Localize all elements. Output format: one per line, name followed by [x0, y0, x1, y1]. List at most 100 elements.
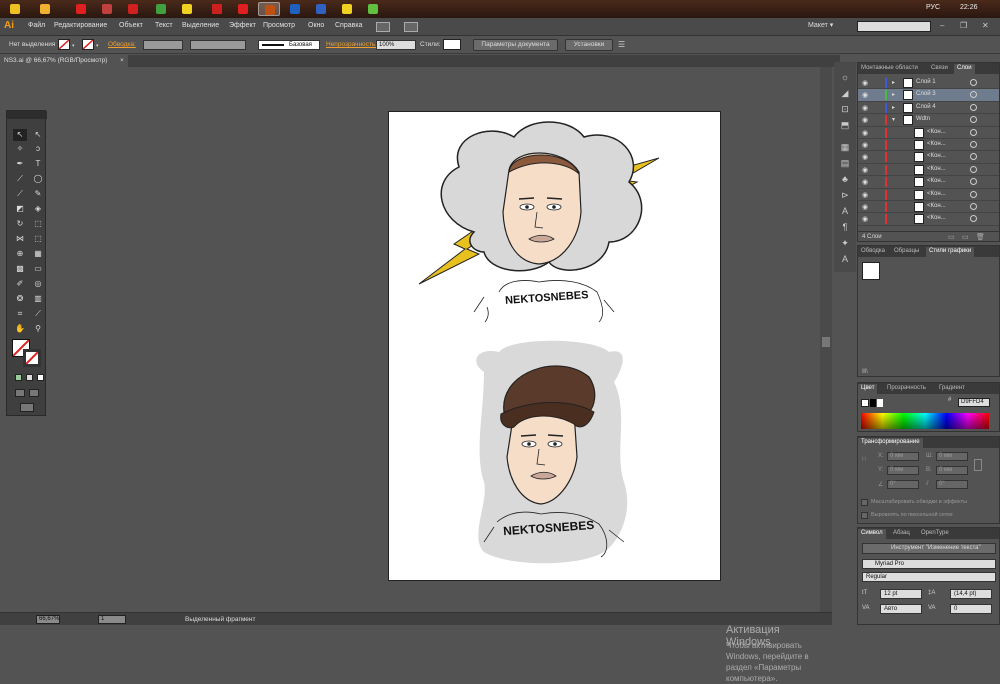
close-tab-icon[interactable]: ×	[120, 57, 124, 64]
type-tool-icon[interactable]: T	[31, 158, 45, 170]
ellipse-tool-icon[interactable]: ◯	[31, 173, 45, 185]
layer-target-icon[interactable]	[970, 165, 977, 173]
font-size-field[interactable]: 12 pt	[880, 589, 922, 599]
tab-links[interactable]: Связи	[928, 64, 951, 74]
preferences-button[interactable]: Установки	[565, 39, 613, 51]
screen-mode-icon[interactable]	[20, 403, 34, 412]
layer-target-icon[interactable]	[970, 215, 977, 223]
font-style-field[interactable]: Regular	[862, 572, 996, 582]
layer-target-icon[interactable]	[970, 141, 977, 148]
taskbar-photoshop-button[interactable]	[284, 2, 306, 16]
menu-text[interactable]: Текст	[155, 22, 173, 29]
black-swatch[interactable]	[870, 399, 876, 407]
none-mode-icon[interactable]	[37, 374, 44, 381]
menu-file[interactable]: Файл	[28, 22, 45, 29]
menu-help[interactable]: Справка	[335, 22, 362, 29]
layer-name[interactable]: <Кон...	[927, 141, 946, 147]
layer-name[interactable]: <Кон...	[927, 215, 946, 221]
actions-icon[interactable]: ⊳	[839, 190, 851, 202]
style-libraries-icon[interactable]: Ⅲ\	[862, 368, 868, 375]
selection-tool-icon[interactable]: ↖	[13, 129, 27, 141]
zoom-field[interactable]: 66,67%	[36, 615, 60, 624]
constrain-proportions-icon[interactable]	[974, 459, 982, 471]
layer-target-icon[interactable]	[970, 91, 977, 99]
stroke-swatch[interactable]	[82, 39, 94, 50]
layer-name[interactable]: <Кон...	[927, 203, 946, 209]
taskbar-app10-button[interactable]	[232, 2, 254, 16]
stroke-dropdown-icon[interactable]: ▾	[96, 43, 99, 49]
opacity-field[interactable]: 100%	[376, 40, 416, 50]
gradient-mode-icon[interactable]	[26, 374, 33, 381]
delete-layer-icon[interactable]: 🗑	[976, 233, 985, 241]
kerning-field[interactable]: Авто	[880, 604, 922, 614]
scale-tool-icon[interactable]: ⬚	[31, 218, 45, 230]
layer-name[interactable]: Wdtn	[916, 116, 930, 122]
type-panel-icon[interactable]: A	[839, 254, 851, 266]
menu-window[interactable]: Окно	[308, 22, 324, 29]
toolbox-header[interactable]	[7, 111, 47, 119]
clock[interactable]: 22:26	[960, 4, 978, 11]
layer-name[interactable]: Слой 1	[916, 79, 936, 85]
new-layer-icon[interactable]: ▭	[948, 233, 955, 241]
layer-row[interactable]: ◉ <Кон...	[858, 201, 999, 214]
rotate-tool-icon[interactable]: ↻	[13, 218, 27, 230]
visibility-eye-icon[interactable]: ◉	[862, 91, 868, 99]
expand-arrow-icon[interactable]: ▸	[892, 79, 895, 86]
visibility-eye-icon[interactable]: ◉	[862, 215, 868, 223]
vertical-scrollbar[interactable]	[820, 67, 832, 612]
perspective-grid-icon[interactable]: ▦	[31, 248, 45, 260]
gradient-tool-icon[interactable]: ▭	[31, 263, 45, 275]
taskbar-start-button[interactable]	[4, 2, 26, 16]
layer-row[interactable]: ◉ <Кон...	[858, 213, 999, 226]
taskbar-opera-button[interactable]	[70, 2, 92, 16]
opacity-link[interactable]: Непрозрачность:	[326, 41, 377, 48]
menu-object[interactable]: Объект	[119, 22, 143, 29]
symbols-icon[interactable]: ♣	[839, 174, 851, 186]
h-field[interactable]: 0 мм	[936, 466, 968, 475]
scale-strokes-checkbox[interactable]	[861, 499, 868, 506]
layer-target-icon[interactable]	[970, 79, 977, 86]
mesh-tool-icon[interactable]: ▩	[13, 263, 27, 275]
variable-width-field[interactable]	[190, 40, 246, 50]
pathfinder-icon[interactable]: ⬒	[839, 120, 851, 132]
graphic-style-swatch[interactable]	[443, 39, 461, 50]
layer-row[interactable]: ◉ <Кон...	[858, 139, 999, 152]
artwork[interactable]: NEKTOSNEBES NEKTOSNEBES	[389, 112, 722, 582]
expand-arrow-icon[interactable]: ▾	[892, 116, 895, 123]
menu-edit[interactable]: Редактирование	[54, 22, 107, 29]
layer-target-icon[interactable]	[970, 103, 977, 111]
layer-row[interactable]: ◉ Слой 3 ▸	[858, 89, 999, 102]
w-field[interactable]: 0 мм	[936, 452, 968, 461]
visibility-eye-icon[interactable]: ◉	[862, 166, 868, 174]
canvas-area[interactable]: NEKTOSNEBES NEKTOSNEBES Активация Window…	[0, 67, 820, 683]
hex-input[interactable]: D9FFD4	[958, 398, 990, 407]
layer-name[interactable]: <Кон...	[927, 166, 946, 172]
tab-stroke[interactable]: Обводка	[858, 247, 888, 257]
layer-row[interactable]: ◉ <Кон...	[858, 189, 999, 201]
minimize-button[interactable]: –	[940, 21, 944, 30]
artboard-page-field[interactable]: 1	[98, 615, 126, 624]
lasso-tool-icon[interactable]: ↄ	[31, 143, 45, 155]
layer-name[interactable]: <Кон...	[927, 153, 946, 159]
tab-gradient[interactable]: Градиент	[936, 384, 968, 394]
font-family-field[interactable]: Myriad Pro	[862, 559, 996, 569]
arrange-documents-icon[interactable]	[404, 22, 418, 32]
angle-field[interactable]: 0°	[887, 480, 919, 489]
fill-swatch[interactable]	[58, 39, 70, 50]
layer-row[interactable]: ◉ <Кон...	[858, 151, 999, 164]
visibility-eye-icon[interactable]: ◉	[862, 116, 868, 124]
new-sublayer-icon[interactable]: ▭	[962, 233, 969, 241]
fill-dropdown-icon[interactable]: ▾	[72, 43, 75, 49]
width-tool-icon[interactable]: ⋈	[13, 233, 27, 245]
color-mode-icon[interactable]	[15, 374, 22, 381]
panel-options-icon[interactable]: ☰	[618, 40, 625, 49]
language-indicator[interactable]: РУС	[926, 4, 940, 11]
navigator-icon[interactable]: ▦	[839, 142, 851, 154]
paragraph-styles-icon[interactable]: ¶	[839, 222, 851, 234]
slice-tool-icon[interactable]: ⟋	[31, 308, 45, 320]
eyedropper-icon[interactable]: ✐	[13, 278, 27, 290]
brush-definition-field[interactable]: Базовая	[258, 40, 320, 50]
visibility-eye-icon[interactable]: ◉	[862, 203, 868, 211]
stroke-link[interactable]: Обводка:	[108, 41, 136, 48]
bridge-icon[interactable]	[376, 22, 390, 32]
